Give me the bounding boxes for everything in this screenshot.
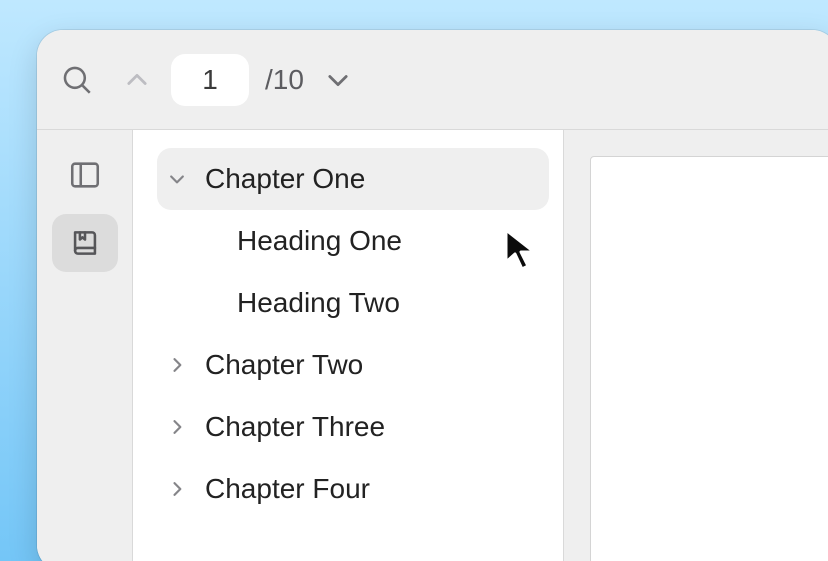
next-page-button[interactable] [312,54,364,106]
outline-item-chapter-four[interactable]: Chapter Four [157,458,549,520]
outline-item-chapter-two[interactable]: Chapter Two [157,334,549,396]
search-button[interactable] [51,54,103,106]
outline-item-chapter-one[interactable]: Chapter One [157,148,549,210]
outline-pane: Chapter One Heading One Heading Two Chap… [133,130,563,561]
chevron-right-icon[interactable] [163,417,191,437]
chevron-down-icon[interactable] [163,169,191,189]
outline-item-chapter-three[interactable]: Chapter Three [157,396,549,458]
body: Chapter One Heading One Heading Two Chap… [37,130,828,561]
outline-label: Heading Two [237,287,400,319]
content-pane [563,130,828,561]
outline-tab[interactable] [52,214,118,272]
outline-item-heading-two[interactable]: Heading Two [157,272,549,334]
outline-label: Chapter Two [205,349,363,381]
page-preview[interactable] [590,156,828,561]
chevron-right-icon[interactable] [163,355,191,375]
toolbar: /10 [37,30,828,130]
outline-item-heading-one[interactable]: Heading One [157,210,549,272]
thumbnails-tab[interactable] [52,146,118,204]
app-window: /10 [37,30,828,561]
sidebar-rail [37,130,133,561]
outline-label: Chapter Four [205,473,370,505]
page-number-input[interactable] [171,54,249,106]
outline-label: Chapter One [205,163,365,195]
page-total-label: /10 [265,64,304,96]
outline-label: Chapter Three [205,411,385,443]
outline-label: Heading One [237,225,402,257]
chevron-right-icon[interactable] [163,479,191,499]
prev-page-button[interactable] [111,54,163,106]
